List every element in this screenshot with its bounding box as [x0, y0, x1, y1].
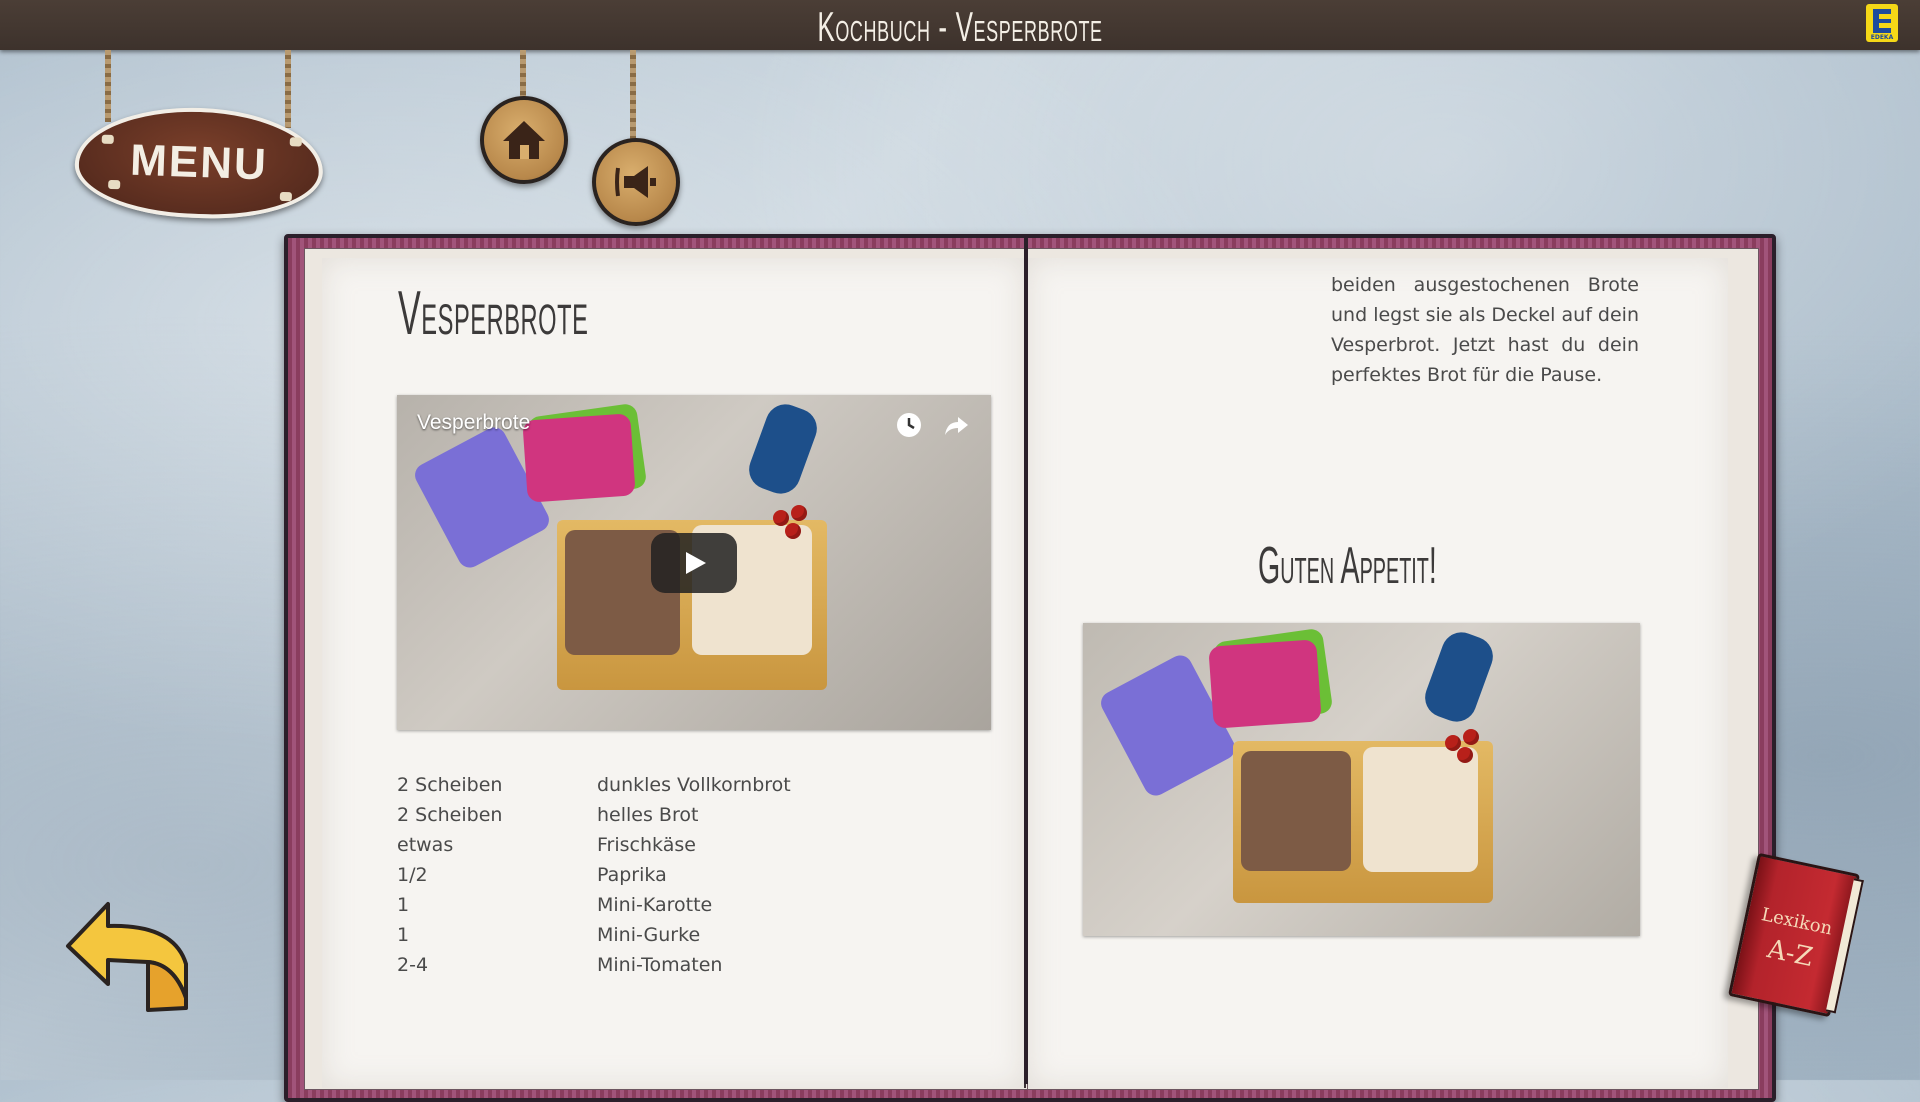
ingredient-row: 2 Scheiben helles Brot [397, 800, 897, 830]
ingredient-qty: 1 [397, 894, 410, 916]
menu-label: MENU [129, 135, 269, 190]
back-arrow-icon[interactable] [64, 898, 194, 1016]
ingredient-row: 2 Scheiben dunkles Vollkornbrot [397, 770, 897, 800]
rope [285, 50, 291, 128]
ingredient-name: Mini-Gurke [597, 924, 701, 946]
ingredient-row: 1 Mini-Gurke [397, 920, 897, 950]
home-button[interactable] [480, 96, 568, 184]
ingredient-name: Frischkäse [597, 834, 696, 856]
home-icon [503, 121, 545, 159]
result-photo [1083, 623, 1640, 936]
lunchbox-pink [1208, 639, 1322, 729]
ingredient-name: dunkles Vollkornbrot [597, 774, 791, 796]
instruction-text: beiden ausgestochenen Brote und legst si… [1331, 274, 1639, 386]
ingredient-qty: 2 Scheiben [397, 774, 503, 796]
ingredient-name: Mini-Karotte [597, 894, 713, 916]
share-icon[interactable] [942, 411, 970, 439]
edeka-logo: EDEKA [1866, 4, 1898, 42]
ingredient-qty: 2 Scheiben [397, 804, 503, 826]
book-spine [1024, 234, 1028, 1084]
ingredient-name: Paprika [597, 864, 667, 886]
sound-button[interactable] [592, 138, 680, 226]
ingredient-row: 1 Mini-Karotte [397, 890, 897, 920]
rope [520, 50, 526, 98]
ingredient-row: 2-4 Mini-Tomaten [397, 950, 897, 980]
page-title: Kochbuch - Vesperbrote [817, 3, 1103, 50]
video-title: Vesperbrote [417, 411, 531, 434]
water-bottle [743, 398, 823, 500]
closing-heading: Guten Appetit! [1258, 537, 1437, 595]
ingredient-qty: 1/2 [397, 864, 428, 886]
lunchbox-pink [522, 413, 636, 503]
ingredient-qty: 1 [397, 924, 410, 946]
watch-later-icon[interactable] [895, 411, 923, 439]
ingredient-qty: etwas [397, 834, 454, 856]
bread-light [1363, 747, 1478, 872]
ingredient-name: helles Brot [597, 804, 699, 826]
ingredient-qty: 2-4 [397, 954, 429, 976]
ingredient-row: etwas Frischkäse [397, 830, 897, 860]
ingredient-name: Mini-Tomaten [597, 954, 723, 976]
top-bar: Kochbuch - Vesperbrote EDEKA [0, 0, 1920, 50]
ingredient-list: 2 Scheiben dunkles Vollkornbrot 2 Scheib… [397, 770, 897, 980]
sound-icon [615, 166, 656, 198]
video-player[interactable]: Vesperbrote [397, 395, 991, 730]
rope [105, 50, 111, 122]
recipe-title: Vesperbrote [398, 279, 589, 348]
rope [630, 50, 636, 142]
water-bottle [1419, 626, 1499, 728]
ingredient-row: 1/2 Paprika [397, 860, 897, 890]
bread-dark [1241, 751, 1351, 871]
play-button[interactable] [651, 533, 737, 593]
